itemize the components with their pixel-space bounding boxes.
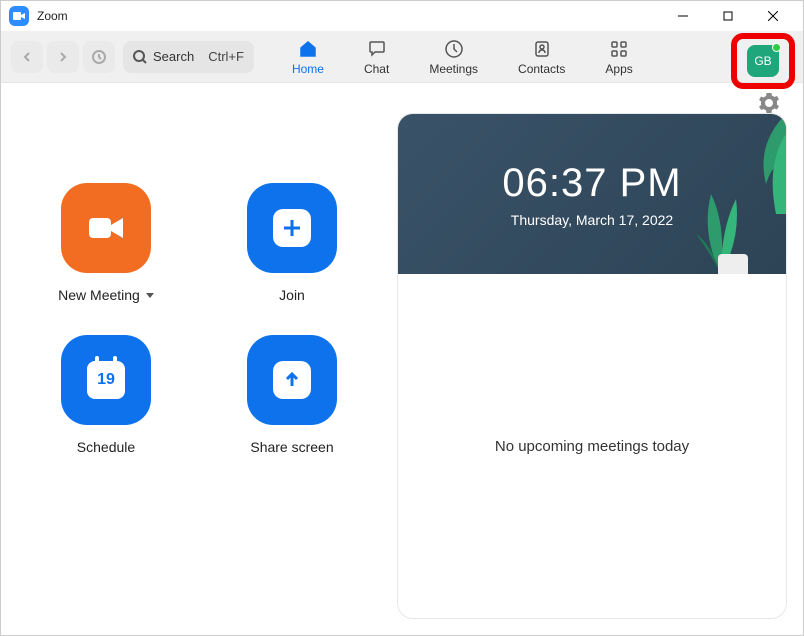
history-button[interactable] [83,41,115,73]
search-shortcut: Ctrl+F [208,49,244,64]
profile-highlight: GB [731,33,795,89]
search-placeholder: Search [153,49,194,64]
search-icon [133,50,147,64]
minimize-button[interactable] [660,1,705,31]
home-icon [297,38,319,60]
nav-forward-button[interactable] [47,41,79,73]
app-window: Zoom Search Ctrl+F Home Chat Meeting [0,0,804,636]
contacts-icon [531,38,553,60]
window-title: Zoom [37,9,68,23]
tab-contacts-label: Contacts [518,62,565,76]
toolbar: Search Ctrl+F Home Chat Meetings Contact… [1,31,803,83]
titlebar: Zoom [1,1,803,31]
tab-home[interactable]: Home [286,36,330,78]
nav-back-button[interactable] [11,41,43,73]
profile-initials: GB [754,54,771,68]
tab-home-label: Home [292,62,324,76]
clock-panel: 06:37 PM Thursday, March 17, 2022 [398,114,786,274]
apps-icon [608,38,630,60]
upcoming-meetings: No upcoming meetings today [398,274,786,618]
join-action: Join [227,183,357,303]
schedule-label: Schedule [77,439,135,455]
close-button[interactable] [750,1,795,31]
schedule-button[interactable]: 19 [61,335,151,425]
schedule-action: 19 Schedule [41,335,171,455]
tab-chat[interactable]: Chat [358,36,395,78]
clock-time: 06:37 PM [502,161,681,206]
tab-apps-label: Apps [605,62,632,76]
chevron-down-icon [146,293,154,298]
tab-chat-label: Chat [364,62,389,76]
chat-icon [366,38,388,60]
pot-decoration-icon [718,254,748,274]
join-button[interactable] [247,183,337,273]
content-area: New Meeting Join 19 Schedule [1,83,803,635]
maximize-button[interactable] [705,1,750,31]
share-label: Share screen [250,439,333,455]
new-meeting-button[interactable] [61,183,151,273]
share-action: Share screen [227,335,357,455]
video-icon [86,213,126,243]
new-meeting-label[interactable]: New Meeting [58,287,154,303]
calendar-icon: 19 [87,361,125,399]
gear-icon [759,93,779,113]
new-meeting-action: New Meeting [41,183,171,303]
tab-apps[interactable]: Apps [599,36,638,78]
meetings-panel: 06:37 PM Thursday, March 17, 2022 No upc… [397,113,787,619]
tab-contacts[interactable]: Contacts [512,36,571,78]
clock-date: Thursday, March 17, 2022 [511,212,673,228]
status-indicator-icon [772,43,781,52]
actions-pane: New Meeting Join 19 Schedule [17,83,377,619]
no-meetings-text: No upcoming meetings today [495,438,689,455]
tab-meetings[interactable]: Meetings [423,36,484,78]
join-label: Join [279,287,305,303]
clock-icon [443,38,465,60]
profile-button[interactable]: GB [747,45,779,77]
zoom-logo-icon [9,6,29,26]
share-screen-button[interactable] [247,335,337,425]
tab-meetings-label: Meetings [429,62,478,76]
arrow-up-icon [283,371,301,389]
plus-icon [281,217,303,239]
search-input[interactable]: Search Ctrl+F [123,41,254,73]
nav-tabs: Home Chat Meetings Contacts Apps [286,36,639,78]
